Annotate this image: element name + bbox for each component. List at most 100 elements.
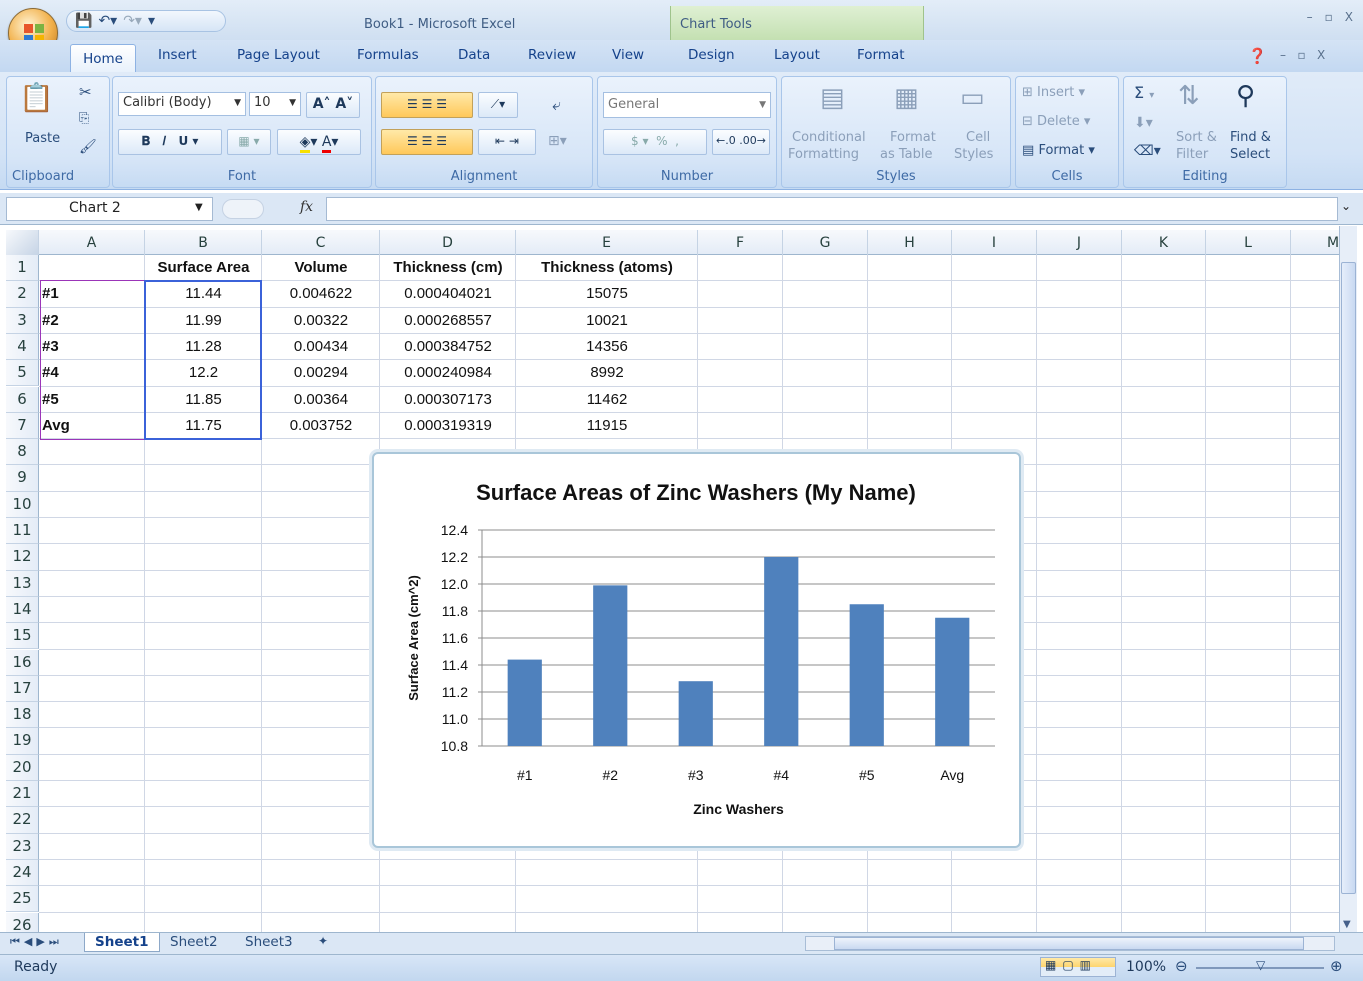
zoom-out-icon[interactable]: ⊖: [1175, 957, 1188, 975]
row-header-25[interactable]: 25: [6, 886, 39, 913]
fill-icon[interactable]: ⬇▾: [1134, 115, 1153, 131]
bar-4[interactable]: [764, 557, 799, 746]
insert-cells-button[interactable]: ⊞ Insert ▾: [1022, 85, 1085, 100]
bold-italic-underline[interactable]: 𝐁 𝐼 U ▾: [118, 129, 222, 155]
column-header-f[interactable]: F: [698, 230, 783, 255]
wrap-text-icon[interactable]: ⤶: [552, 95, 561, 115]
paste-button[interactable]: Paste: [25, 131, 60, 146]
bar-3[interactable]: [678, 681, 713, 746]
header-cell[interactable]: Thickness (cm): [380, 259, 516, 276]
tab-data[interactable]: Data: [458, 47, 490, 63]
expand-formula-bar-icon[interactable]: ⌄: [1341, 199, 1351, 213]
borders-button[interactable]: ▦ ▾: [227, 129, 271, 155]
row-header-4[interactable]: 4: [6, 333, 39, 361]
horizontal-scrollbar[interactable]: [805, 936, 1335, 951]
font-size-select[interactable]: 10 ▼: [249, 92, 301, 116]
row-header-16[interactable]: 16: [6, 649, 39, 676]
scroll-down-icon[interactable]: ▼: [1343, 919, 1351, 930]
binoculars-icon[interactable]: ⚲: [1236, 81, 1255, 111]
format-as-table-line2[interactable]: as Table: [880, 147, 933, 162]
orientation-button[interactable]: ⟋▾: [478, 92, 518, 118]
column-header-b[interactable]: B: [145, 230, 262, 255]
horizontal-align-buttons[interactable]: ☰ ☰ ☰: [381, 129, 473, 155]
sort-filter-line1[interactable]: Sort &: [1176, 130, 1217, 145]
data-cell[interactable]: 0.000319319: [380, 417, 516, 434]
format-painter-icon[interactable]: 🖌: [79, 139, 97, 155]
column-header-d[interactable]: D: [380, 230, 516, 255]
font-name-select[interactable]: Calibri (Body) ▼: [118, 92, 246, 116]
sheet-tab-sheet2[interactable]: Sheet2: [170, 934, 218, 950]
cell-styles-line1[interactable]: Cell: [966, 130, 990, 145]
row-header-9[interactable]: 9: [6, 465, 39, 492]
chevron-down-icon[interactable]: ▼: [195, 202, 203, 213]
close-button[interactable]: X: [1345, 10, 1353, 24]
tab-insert[interactable]: Insert: [158, 47, 197, 63]
restore-button[interactable]: ▫: [1325, 10, 1333, 24]
data-cell[interactable]: 14356: [516, 338, 698, 355]
cell-styles-line2[interactable]: Styles: [954, 147, 993, 162]
insert-function-button[interactable]: fx: [300, 199, 313, 215]
column-header-h[interactable]: H: [868, 230, 952, 255]
sort-filter-line2[interactable]: Filter: [1176, 147, 1208, 162]
row-header-18[interactable]: 18: [6, 702, 39, 729]
data-cell[interactable]: 0.00294: [262, 364, 380, 381]
h-scroll-thumb[interactable]: [834, 937, 1304, 950]
tab-formulas[interactable]: Formulas: [357, 47, 419, 63]
bar-2[interactable]: [593, 585, 628, 746]
data-cell[interactable]: 8992: [516, 364, 698, 381]
autosum-button[interactable]: Σ ▾: [1134, 83, 1154, 102]
view-buttons[interactable]: ▦▢▥: [1040, 957, 1116, 977]
sheet-nav-arrows[interactable]: ⏮◀▶⏭: [10, 935, 63, 949]
data-cell[interactable]: 0.00364: [262, 391, 380, 408]
vertical-align-buttons[interactable]: ☰ ☰ ☰: [381, 92, 473, 118]
redo-icon[interactable]: ↷▾: [123, 13, 142, 29]
row-header-12[interactable]: 12: [6, 544, 39, 571]
customize-qat-icon[interactable]: ▾: [148, 13, 155, 29]
bar-5[interactable]: [849, 604, 884, 746]
bar-chart[interactable]: Surface Areas of Zinc Washers (My Name) 1…: [374, 454, 1019, 846]
chart-title[interactable]: Surface Areas of Zinc Washers (My Name): [476, 480, 916, 505]
column-header-k[interactable]: K: [1122, 230, 1206, 255]
currency-percent-comma[interactable]: $ ▾ % ,: [603, 129, 707, 155]
conditional-formatting-icon[interactable]: ▤: [820, 83, 845, 113]
conditional-formatting-line1[interactable]: Conditional: [792, 130, 866, 145]
tab-home[interactable]: Home: [70, 44, 136, 74]
fill-font-color-button[interactable]: ◈▾ A▾: [277, 129, 361, 155]
paste-icon[interactable]: 📋: [19, 81, 54, 114]
select-all-corner[interactable]: [6, 230, 39, 255]
minimize-button[interactable]: –: [1307, 10, 1313, 24]
data-cell[interactable]: 10021: [516, 312, 698, 329]
column-header-g[interactable]: G: [783, 230, 868, 255]
row-header-10[interactable]: 10: [6, 491, 39, 518]
data-cell[interactable]: 0.000404021: [380, 285, 516, 302]
column-header-j[interactable]: J: [1037, 230, 1122, 255]
data-cell[interactable]: 11915: [516, 417, 698, 434]
format-cells-button[interactable]: ▤ Format ▾: [1022, 143, 1095, 158]
tab-design[interactable]: Design: [688, 47, 735, 63]
scroll-thumb[interactable]: [1341, 262, 1356, 894]
column-header-l[interactable]: L: [1206, 230, 1291, 255]
bar-1[interactable]: [507, 659, 542, 746]
data-cell[interactable]: 0.000384752: [380, 338, 516, 355]
formula-input[interactable]: [326, 197, 1338, 221]
data-cell[interactable]: 0.000307173: [380, 391, 516, 408]
find-select-line1[interactable]: Find &: [1230, 130, 1271, 145]
row-header-14[interactable]: 14: [6, 596, 39, 624]
row-header-15[interactable]: 15: [6, 623, 39, 650]
merge-center-icon[interactable]: ⊞▾: [548, 133, 567, 149]
data-cell[interactable]: 0.00322: [262, 312, 380, 329]
data-cell[interactable]: 0.00434: [262, 338, 380, 355]
column-header-a[interactable]: A: [39, 230, 145, 255]
tab-review[interactable]: Review: [528, 47, 576, 63]
data-cell[interactable]: 0.000240984: [380, 364, 516, 381]
column-header-e[interactable]: E: [516, 230, 698, 255]
x-axis-title[interactable]: Zinc Washers: [693, 801, 784, 817]
header-cell[interactable]: Thickness (atoms): [516, 259, 698, 276]
row-header-1[interactable]: 1: [6, 255, 39, 282]
zoom-in-icon[interactable]: ⊕: [1330, 957, 1343, 975]
row-header-13[interactable]: 13: [6, 570, 39, 597]
tab-format[interactable]: Format: [857, 47, 905, 63]
column-header-i[interactable]: I: [952, 230, 1037, 255]
column-header-c[interactable]: C: [262, 230, 380, 255]
row-header-3[interactable]: 3: [6, 307, 39, 334]
